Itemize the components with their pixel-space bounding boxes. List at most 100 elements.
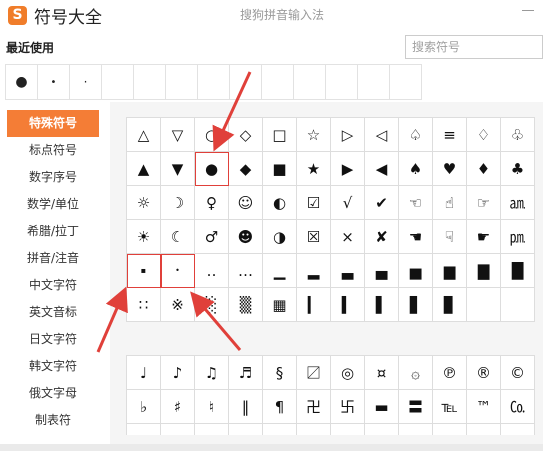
symbol-cell[interactable]: ▒: [229, 288, 263, 322]
symbol-cell[interactable]: ×: [331, 220, 365, 254]
symbol-cell[interactable]: ☚: [399, 220, 433, 254]
symbol-cell[interactable]: ✔: [365, 186, 399, 220]
symbol-cell[interactable]: [501, 424, 535, 435]
symbol-cell[interactable]: ℡: [433, 390, 467, 424]
category-item[interactable]: 韩文字符: [7, 353, 99, 380]
category-item[interactable]: 数字序号: [7, 164, 99, 191]
symbol-cell[interactable]: •: [161, 254, 195, 288]
symbol-cell[interactable]: ◑: [263, 220, 297, 254]
symbol-cell[interactable]: ¶: [263, 390, 297, 424]
symbol-cell[interactable]: ☾: [161, 220, 195, 254]
symbol-cell[interactable]: ▅: [399, 254, 433, 288]
recent-symbol[interactable]: [326, 65, 358, 99]
search-box[interactable]: [405, 35, 543, 59]
category-item[interactable]: 中文字符: [7, 272, 99, 299]
minimize-icon[interactable]: [522, 10, 534, 11]
symbol-cell[interactable]: ▆: [433, 254, 467, 288]
symbol-cell[interactable]: ☻: [229, 220, 263, 254]
symbol-cell[interactable]: ☼: [127, 186, 161, 220]
symbol-cell[interactable]: 卐: [331, 390, 365, 424]
symbol-cell[interactable]: ☀: [127, 220, 161, 254]
symbol-cell[interactable]: 〼: [297, 356, 331, 390]
recent-symbol[interactable]: •: [38, 65, 70, 99]
recent-symbol[interactable]: [134, 65, 166, 99]
symbol-cell[interactable]: ▎: [297, 288, 331, 322]
symbol-cell[interactable]: ∷: [127, 288, 161, 322]
symbol-cell[interactable]: △: [127, 118, 161, 152]
symbol-cell[interactable]: ■: [263, 152, 297, 186]
symbol-cell[interactable]: [127, 424, 161, 435]
symbol-cell[interactable]: ▁: [263, 254, 297, 288]
recent-symbol[interactable]: [198, 65, 230, 99]
symbol-cell[interactable]: ▼: [161, 152, 195, 186]
symbol-cell[interactable]: ≡: [433, 118, 467, 152]
symbol-cell[interactable]: [229, 424, 263, 435]
symbol-cell[interactable]: ▋: [399, 288, 433, 322]
symbol-cell[interactable]: ™: [467, 390, 501, 424]
symbol-cell[interactable]: [399, 424, 433, 435]
recent-symbol[interactable]: [294, 65, 326, 99]
symbol-cell[interactable]: ○: [195, 118, 229, 152]
symbol-cell[interactable]: ☝: [433, 186, 467, 220]
symbol-cell[interactable]: [467, 288, 501, 322]
symbol-cell[interactable]: ◆: [229, 152, 263, 186]
symbol-cell[interactable]: ♢: [467, 118, 501, 152]
symbol-cell[interactable]: ◀: [365, 152, 399, 186]
recent-symbol[interactable]: [358, 65, 390, 99]
symbol-cell[interactable]: ♂: [195, 220, 229, 254]
symbol-cell[interactable]: ♧: [501, 118, 535, 152]
symbol-cell[interactable]: ◎: [331, 356, 365, 390]
symbol-cell[interactable]: ▇: [467, 254, 501, 288]
symbol-cell[interactable]: ☞: [467, 186, 501, 220]
symbol-cell[interactable]: ♬: [229, 356, 263, 390]
category-item[interactable]: 日文字符: [7, 326, 99, 353]
category-item[interactable]: 俄文字母: [7, 380, 99, 407]
recent-symbol[interactable]: [102, 65, 134, 99]
symbol-cell[interactable]: ☽: [161, 186, 195, 220]
recent-symbol[interactable]: [262, 65, 294, 99]
symbol-cell[interactable]: [467, 424, 501, 435]
symbol-cell[interactable]: ☒: [297, 220, 331, 254]
symbol-cell[interactable]: [195, 424, 229, 435]
symbol-cell[interactable]: 〓: [399, 390, 433, 424]
symbol-cell[interactable]: ♩: [127, 356, 161, 390]
category-item[interactable]: 标点符号: [7, 137, 99, 164]
category-item[interactable]: 英文音标: [7, 299, 99, 326]
symbol-cell[interactable]: ▲: [127, 152, 161, 186]
symbol-cell[interactable]: ★: [297, 152, 331, 186]
category-item[interactable]: 特殊符号: [7, 110, 99, 137]
symbol-cell[interactable]: ▽: [161, 118, 195, 152]
symbol-cell[interactable]: ✘: [365, 220, 399, 254]
symbol-cell[interactable]: ♪: [161, 356, 195, 390]
symbol-cell[interactable]: ●: [195, 152, 229, 186]
symbol-cell[interactable]: □: [263, 118, 297, 152]
symbol-cell[interactable]: ▌: [365, 288, 399, 322]
search-input[interactable]: [406, 36, 542, 58]
symbol-cell[interactable]: [501, 288, 535, 322]
symbol-cell[interactable]: ¤: [365, 356, 399, 390]
symbol-cell[interactable]: ♦: [467, 152, 501, 186]
recent-symbol[interactable]: [166, 65, 198, 99]
symbol-cell[interactable]: ۞: [399, 356, 433, 390]
symbol-cell[interactable]: ㏂: [501, 186, 535, 220]
symbol-cell[interactable]: ▪: [127, 254, 161, 288]
symbol-cell[interactable]: …: [229, 254, 263, 288]
symbol-cell[interactable]: ℗: [433, 356, 467, 390]
category-item[interactable]: 希腊/拉丁: [7, 218, 99, 245]
symbol-cell[interactable]: ◇: [229, 118, 263, 152]
symbol-cell[interactable]: ▍: [331, 288, 365, 322]
symbol-cell[interactable]: ♥: [433, 152, 467, 186]
symbol-cell[interactable]: ㏇: [501, 390, 535, 424]
symbol-cell[interactable]: [297, 424, 331, 435]
symbol-cell[interactable]: ☆: [297, 118, 331, 152]
symbol-cell[interactable]: ▬: [365, 390, 399, 424]
category-item[interactable]: 制表符: [7, 407, 99, 434]
symbol-cell[interactable]: ‖: [229, 390, 263, 424]
category-item[interactable]: 数学/单位: [7, 191, 99, 218]
symbol-cell[interactable]: ㏘: [501, 220, 535, 254]
symbol-cell[interactable]: ▃: [331, 254, 365, 288]
symbol-cell[interactable]: ◁: [365, 118, 399, 152]
category-item[interactable]: 拼音/注音: [7, 245, 99, 272]
symbol-cell[interactable]: [433, 424, 467, 435]
symbol-cell[interactable]: ☜: [399, 186, 433, 220]
